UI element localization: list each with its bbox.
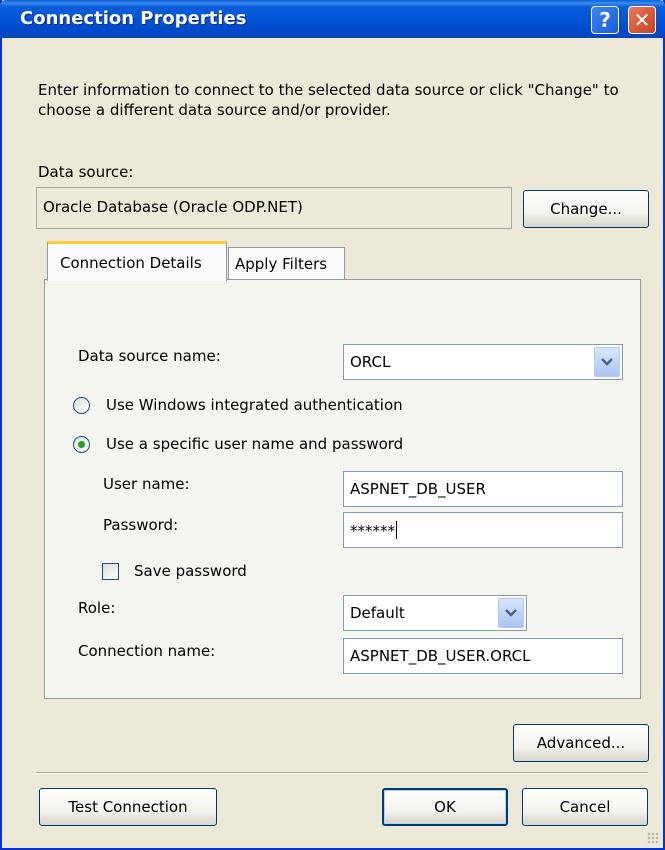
divider <box>36 772 648 774</box>
text-caret <box>396 521 397 539</box>
specific-user-label: Use a specific user name and password <box>106 435 404 453</box>
tab-apply-filters[interactable]: Apply Filters <box>228 247 345 280</box>
help-icon[interactable]: ? <box>591 6 619 34</box>
close-icon[interactable]: ✕ <box>628 6 656 34</box>
chevron-down-icon[interactable] <box>594 347 620 377</box>
connection-properties-dialog: Connection Properties ? ✕ Enter informat… <box>0 0 665 850</box>
user-name-input[interactable]: ASPNET_DB_USER <box>343 471 623 507</box>
windows-auth-radio[interactable] <box>73 397 90 414</box>
windows-auth-label: Use Windows integrated authentication <box>106 396 403 414</box>
test-connection-button[interactable]: Test Connection <box>39 788 217 826</box>
data-source-field: Oracle Database (Oracle ODP.NET) <box>36 187 512 229</box>
role-label: Role: <box>78 599 116 617</box>
specific-user-radio[interactable] <box>73 436 90 453</box>
user-name-label: User name: <box>103 475 190 493</box>
window-title: Connection Properties <box>20 8 247 29</box>
data-source-name-value: ORCL <box>350 353 391 371</box>
data-source-name-label: Data source name: <box>78 347 221 365</box>
cancel-button[interactable]: Cancel <box>522 788 648 826</box>
title-bar[interactable]: Connection Properties ? ✕ <box>0 0 665 38</box>
tab-label: Connection Details <box>60 253 202 272</box>
resize-grip[interactable] <box>647 832 659 844</box>
tab-connection-details[interactable]: Connection Details <box>47 241 227 281</box>
change-button[interactable]: Change... <box>523 190 649 228</box>
tab-label: Apply Filters <box>235 255 328 273</box>
save-password-checkbox[interactable] <box>102 563 119 580</box>
ok-button[interactable]: OK <box>382 788 508 826</box>
role-combo[interactable]: Default <box>343 595 527 631</box>
connection-name-input[interactable]: ASPNET_DB_USER.ORCL <box>343 638 623 674</box>
intro-text: Enter information to connect to the sele… <box>38 81 619 119</box>
chevron-down-icon[interactable] <box>498 598 524 628</box>
role-value: Default <box>350 604 405 622</box>
password-value: ****** <box>350 522 395 540</box>
save-password-label: Save password <box>134 562 247 580</box>
data-source-name-combo[interactable]: ORCL <box>343 344 623 380</box>
advanced-button[interactable]: Advanced... <box>513 724 649 762</box>
password-input[interactable]: ****** <box>343 512 623 548</box>
connection-name-label: Connection name: <box>78 642 216 660</box>
data-source-label: Data source: <box>38 163 134 181</box>
password-label: Password: <box>103 516 179 534</box>
